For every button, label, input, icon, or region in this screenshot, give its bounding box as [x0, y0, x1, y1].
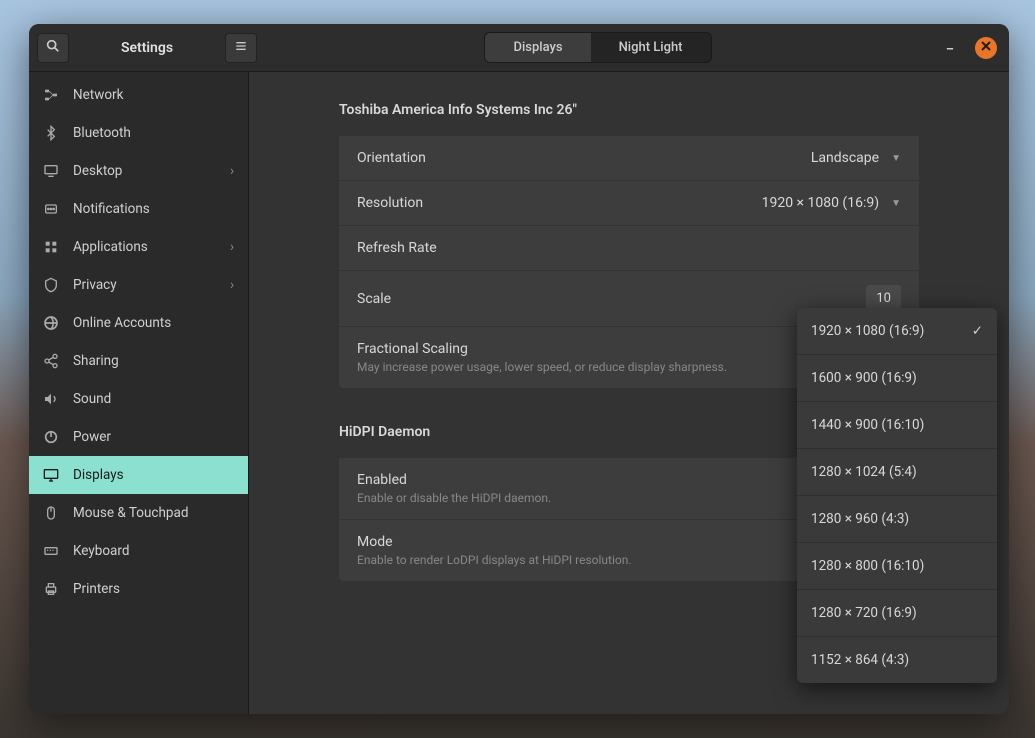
- bluetooth-icon: [43, 125, 59, 141]
- sidebar-item-sharing[interactable]: Sharing: [29, 342, 248, 380]
- close-button[interactable]: [975, 37, 997, 59]
- displays-icon: [43, 467, 59, 483]
- dropdown-arrow-icon: ▼: [891, 153, 901, 164]
- check-icon: ✓: [972, 323, 983, 339]
- fractional-scaling-label: Fractional Scaling: [357, 341, 727, 357]
- desktop-icon: [43, 163, 59, 179]
- resolution-row[interactable]: Resolution 1920 × 1080 (16:9) ▼: [339, 181, 919, 226]
- sound-icon: [43, 391, 59, 407]
- online-accounts-icon: [43, 315, 59, 331]
- sidebar-item-label: Power: [73, 429, 111, 445]
- sidebar-item-label: Privacy: [73, 277, 117, 293]
- sidebar-item-printers[interactable]: Printers: [29, 570, 248, 608]
- sidebar: Network Bluetooth Desktop › Notification…: [29, 72, 249, 714]
- search-button[interactable]: [37, 33, 69, 63]
- chevron-right-icon: ›: [230, 277, 234, 293]
- header-left: Settings: [37, 33, 257, 63]
- orientation-row[interactable]: Orientation Landscape ▼: [339, 136, 919, 181]
- sidebar-item-label: Applications: [73, 239, 148, 255]
- dropdown-option[interactable]: 1280 × 800 (16:10): [797, 543, 997, 590]
- sidebar-item-label: Printers: [73, 581, 120, 597]
- power-icon: [43, 429, 59, 445]
- hidpi-enabled-sub: Enable or disable the HiDPI daemon.: [357, 491, 551, 505]
- sidebar-item-label: Bluetooth: [73, 125, 131, 141]
- hamburger-icon: [233, 38, 249, 58]
- resolution-dropdown: 1920 × 1080 (16:9) ✓ 1600 × 900 (16:9) 1…: [797, 308, 997, 683]
- sidebar-item-label: Keyboard: [73, 543, 129, 559]
- sidebar-item-label: Notifications: [73, 201, 150, 217]
- scale-label: Scale: [357, 291, 391, 307]
- chevron-right-icon: ›: [230, 163, 234, 179]
- header-center: Displays Night Light: [257, 32, 939, 63]
- applications-icon: [43, 239, 59, 255]
- sidebar-item-notifications[interactable]: Notifications: [29, 190, 248, 228]
- sidebar-item-label: Network: [73, 87, 123, 103]
- dropdown-option[interactable]: 1920 × 1080 (16:9) ✓: [797, 308, 997, 355]
- orientation-value: Landscape ▼: [811, 150, 901, 166]
- minimize-icon: _: [947, 36, 953, 52]
- sidebar-item-sound[interactable]: Sound: [29, 380, 248, 418]
- tab-group: Displays Night Light: [484, 32, 711, 63]
- sidebar-item-label: Mouse & Touchpad: [73, 505, 188, 521]
- sidebar-item-applications[interactable]: Applications ›: [29, 228, 248, 266]
- dropdown-option[interactable]: 1152 × 864 (4:3): [797, 637, 997, 683]
- minimize-button[interactable]: _: [939, 37, 961, 59]
- hidpi-enabled-label: Enabled: [357, 472, 551, 488]
- sidebar-item-power[interactable]: Power: [29, 418, 248, 456]
- search-icon: [45, 38, 61, 58]
- dropdown-option[interactable]: 1280 × 720 (16:9): [797, 590, 997, 637]
- resolution-label: Resolution: [357, 195, 423, 211]
- sidebar-item-mouse-touchpad[interactable]: Mouse & Touchpad: [29, 494, 248, 532]
- dropdown-arrow-icon: ▼: [891, 198, 901, 209]
- sharing-icon: [43, 353, 59, 369]
- dropdown-option[interactable]: 1440 × 900 (16:10): [797, 402, 997, 449]
- body: Network Bluetooth Desktop › Notification…: [29, 72, 1009, 714]
- close-icon: [978, 38, 994, 58]
- settings-window: Settings Displays Night Light _: [29, 24, 1009, 714]
- printers-icon: [43, 581, 59, 597]
- sidebar-item-online-accounts[interactable]: Online Accounts: [29, 304, 248, 342]
- tab-displays[interactable]: Displays: [485, 33, 590, 62]
- sidebar-item-label: Sound: [73, 391, 111, 407]
- chevron-right-icon: ›: [230, 239, 234, 255]
- sidebar-item-label: Desktop: [73, 163, 122, 179]
- notifications-icon: [43, 201, 59, 217]
- sidebar-item-displays[interactable]: Displays: [29, 456, 248, 494]
- refresh-rate-label: Refresh Rate: [357, 240, 437, 256]
- sidebar-item-label: Sharing: [73, 353, 119, 369]
- header-right: _: [939, 37, 1001, 59]
- tab-night-light[interactable]: Night Light: [591, 33, 711, 62]
- fractional-scaling-sub: May increase power usage, lower speed, o…: [357, 360, 727, 374]
- sidebar-item-desktop[interactable]: Desktop ›: [29, 152, 248, 190]
- hidpi-mode-label: Mode: [357, 534, 632, 550]
- dropdown-option[interactable]: 1280 × 960 (4:3): [797, 496, 997, 543]
- resolution-value: 1920 × 1080 (16:9) ▼: [762, 195, 901, 211]
- sidebar-item-keyboard[interactable]: Keyboard: [29, 532, 248, 570]
- dropdown-option[interactable]: 1280 × 1024 (5:4): [797, 449, 997, 496]
- privacy-icon: [43, 277, 59, 293]
- mouse-icon: [43, 505, 59, 521]
- orientation-label: Orientation: [357, 150, 426, 166]
- content-area: Toshiba America Info Systems Inc 26" Ori…: [249, 72, 1009, 714]
- display-name-title: Toshiba America Info Systems Inc 26": [339, 102, 919, 118]
- sidebar-item-network[interactable]: Network: [29, 76, 248, 114]
- hidpi-mode-sub: Enable to render LoDPI displays at HiDPI…: [357, 553, 632, 567]
- sidebar-item-label: Online Accounts: [73, 315, 171, 331]
- network-icon: [43, 87, 59, 103]
- sidebar-item-bluetooth[interactable]: Bluetooth: [29, 114, 248, 152]
- sidebar-item-label: Displays: [73, 467, 124, 483]
- header-title: Settings: [75, 40, 219, 56]
- sidebar-item-privacy[interactable]: Privacy ›: [29, 266, 248, 304]
- header-bar: Settings Displays Night Light _: [29, 24, 1009, 72]
- refresh-rate-row[interactable]: Refresh Rate: [339, 226, 919, 271]
- dropdown-option[interactable]: 1600 × 900 (16:9): [797, 355, 997, 402]
- hamburger-menu-button[interactable]: [225, 33, 257, 63]
- keyboard-icon: [43, 543, 59, 559]
